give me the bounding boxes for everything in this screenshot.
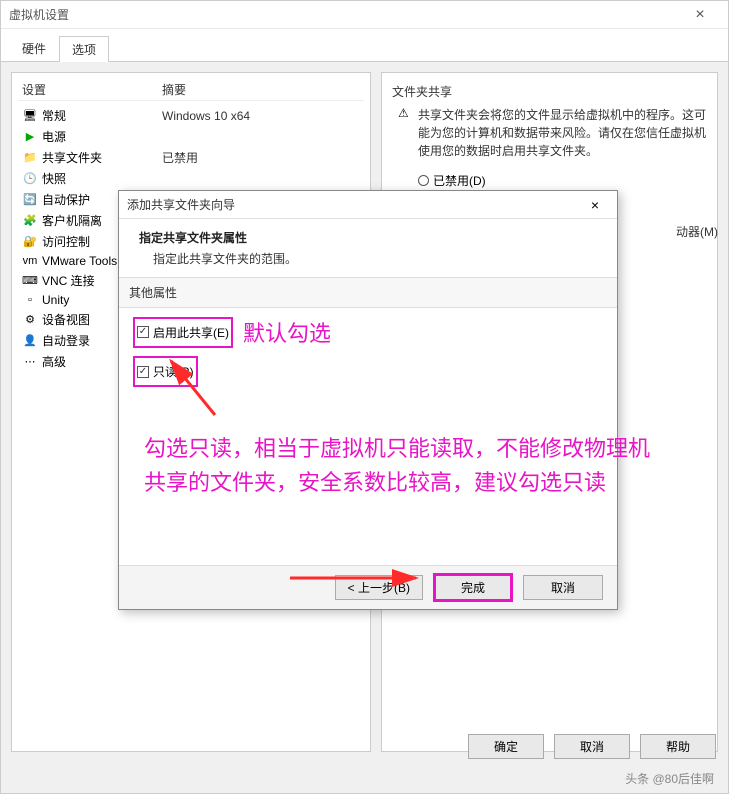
arrow-icon [165, 355, 225, 425]
arrow-icon [286, 568, 426, 588]
checkbox-enable-row[interactable]: 启用此共享(E) [137, 320, 229, 345]
list-item[interactable]: 🕒 快照 [18, 168, 364, 189]
wizard-subheading: 指定此共享文件夹的范围。 [139, 250, 597, 267]
ok-button[interactable]: 确定 [468, 734, 544, 759]
item-icon: 🔄 [22, 193, 38, 207]
list-item[interactable]: ▶ 电源 [18, 126, 364, 147]
item-icon: 🧩 [22, 214, 38, 228]
main-button-row: 确定 取消 帮助 [468, 734, 716, 759]
item-name: 共享文件夹 [42, 149, 162, 166]
list-item[interactable]: 🖥 常规Windows 10 x64 [18, 105, 364, 126]
item-icon: vm [22, 254, 38, 268]
cancel-button[interactable]: 取消 [523, 575, 603, 600]
checkbox-enable-label: 启用此共享(E) [153, 324, 229, 341]
tabs: 硬件 选项 [1, 29, 728, 62]
item-summary: 已禁用 [162, 149, 198, 166]
radio-icon [418, 175, 429, 186]
col-settings: 设置 [22, 81, 162, 98]
item-icon: 🕒 [22, 172, 38, 186]
item-name: 常规 [42, 107, 162, 124]
tab-hardware[interactable]: 硬件 [9, 35, 59, 61]
tab-options[interactable]: 选项 [59, 36, 109, 62]
annotation-readonly-note: 勾选只读，相当于虚拟机只能读取，不能修改物理机共享的文件夹，安全系数比较高，建议… [144, 432, 654, 500]
wizard-header: 指定共享文件夹属性 指定此共享文件夹的范围。 [119, 219, 617, 277]
finish-button[interactable]: 完成 [433, 573, 513, 602]
drivers-label: 动器(M) [676, 223, 718, 240]
item-icon: ⌨ [22, 274, 38, 288]
window-title: 虚拟机设置 [9, 6, 680, 23]
wizard-title: 添加共享文件夹向导 [127, 196, 581, 213]
radio-disabled-label: 已禁用(D) [433, 172, 486, 189]
item-icon: ⚙ [22, 313, 38, 327]
annotation-default-checked: 默认勾选 [243, 316, 331, 348]
cancel-button[interactable]: 取消 [554, 734, 630, 759]
help-button[interactable]: 帮助 [640, 734, 716, 759]
group-folder-sharing: 文件夹共享 [392, 83, 707, 100]
list-header: 设置 摘要 [18, 79, 364, 101]
titlebar: 虚拟机设置 × [1, 1, 728, 29]
warning-row: ⚠ 共享文件夹会将您的文件显示给虚拟机中的程序。这可能为您的计算机和数据带来风险… [392, 106, 707, 160]
item-icon: ⋯ [22, 355, 38, 369]
item-icon: ▫ [22, 293, 38, 307]
warning-text: 共享文件夹会将您的文件显示给虚拟机中的程序。这可能为您的计算机和数据带来风险。请… [418, 106, 707, 160]
checkbox-icon [137, 326, 149, 338]
checkbox-icon [137, 366, 149, 378]
item-icon: 👤 [22, 334, 38, 348]
col-summary: 摘要 [162, 81, 186, 98]
list-item[interactable]: 📁 共享文件夹已禁用 [18, 147, 364, 168]
item-icon: ▶ [22, 130, 38, 144]
wizard-titlebar: 添加共享文件夹向导 × [119, 191, 617, 219]
wizard-group-label: 其他属性 [129, 286, 177, 300]
wizard-group: 其他属性 [119, 277, 617, 308]
item-icon: 📁 [22, 151, 38, 165]
item-name: 快照 [42, 170, 162, 187]
close-icon[interactable]: × [581, 197, 609, 213]
highlight-enable: 启用此共享(E) [133, 317, 233, 348]
warning-icon: ⚠ [398, 106, 412, 160]
item-icon: 🔐 [22, 235, 38, 249]
item-icon: 🖥 [22, 109, 38, 123]
close-icon[interactable]: × [680, 6, 720, 24]
item-summary: Windows 10 x64 [162, 109, 250, 123]
watermark: 头条 @80后佳啊 [625, 770, 714, 787]
wizard-heading: 指定共享文件夹属性 [139, 229, 597, 246]
radio-disabled-row[interactable]: 已禁用(D) [392, 170, 707, 191]
item-name: 电源 [42, 128, 162, 145]
